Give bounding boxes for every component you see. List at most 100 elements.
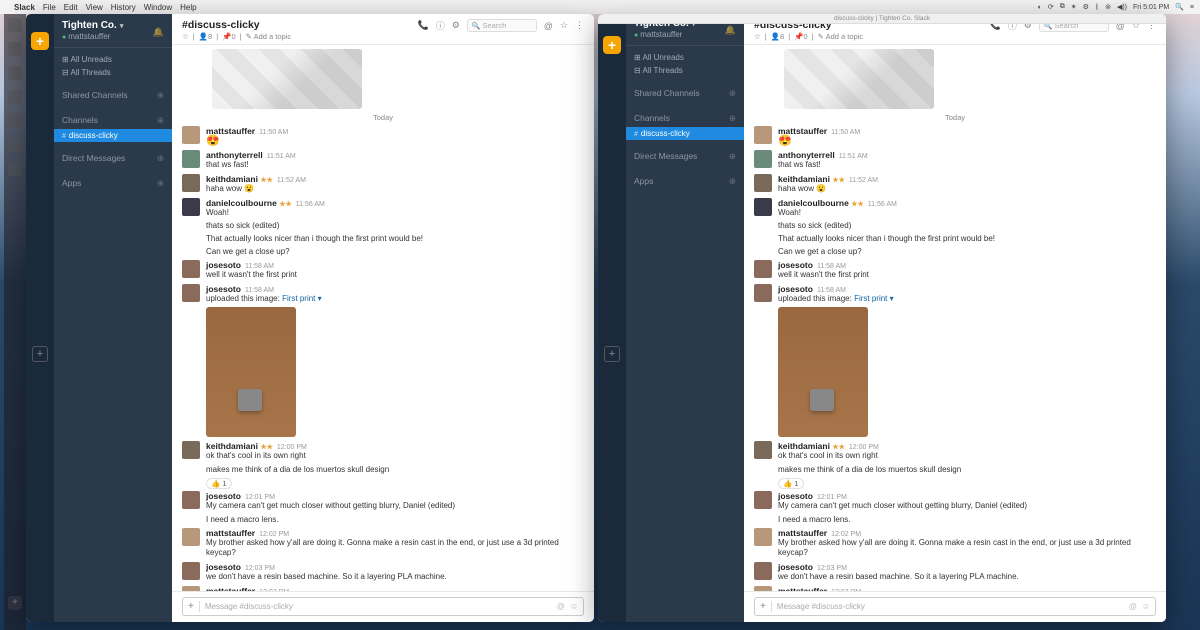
image-attachment[interactable] — [206, 307, 296, 437]
more-icon[interactable]: ⋮ — [575, 20, 584, 31]
message[interactable]: josesoto11:58 AMwell it wasn't the first… — [754, 260, 1156, 281]
message[interactable]: keithdamiani ★★12:00 PMok that's cool in… — [754, 441, 1156, 462]
add-workspace[interactable]: + — [32, 346, 48, 362]
message-author[interactable]: josesoto — [778, 260, 813, 270]
section-apps[interactable]: Apps⊕ — [62, 178, 164, 189]
menu-edit[interactable]: Edit — [64, 3, 78, 12]
message-author[interactable]: josesoto — [206, 491, 241, 501]
menu-file[interactable]: File — [43, 3, 56, 12]
avatar[interactable] — [754, 491, 772, 509]
pin-count[interactable]: 📌0 — [794, 32, 808, 41]
image-attachment[interactable] — [784, 49, 934, 109]
attachment-link[interactable]: First print ▾ — [854, 294, 894, 303]
all-threads[interactable]: ⊟ All Threads — [62, 66, 164, 79]
all-unreads[interactable]: ⊞ All Unreads — [62, 53, 164, 66]
star-icon[interactable]: ☆ — [560, 20, 568, 31]
browser-tab[interactable]: discuss-clicky | Tighten Co. Slack — [598, 14, 1166, 24]
member-count[interactable]: 👤8 — [771, 32, 785, 41]
message[interactable]: josesoto11:58 AMuploaded this image: Fir… — [182, 284, 584, 305]
status-icon[interactable]: ◐ — [1038, 3, 1042, 11]
message-author[interactable]: mattstauffer — [778, 528, 827, 538]
message[interactable]: josesoto11:58 AMuploaded this image: Fir… — [754, 284, 1156, 305]
avatar[interactable] — [754, 150, 772, 168]
menu-window[interactable]: Window — [144, 3, 172, 12]
avatar[interactable] — [182, 126, 200, 144]
dock-app[interactable] — [8, 18, 22, 32]
avatar[interactable] — [182, 562, 200, 580]
avatar[interactable] — [182, 441, 200, 459]
dock-app[interactable] — [8, 90, 22, 104]
wifi-icon[interactable]: ⊚ — [1105, 3, 1111, 11]
section-shared[interactable]: Shared Channels⊕ — [62, 90, 164, 101]
emoji-icon[interactable]: ☺ — [570, 602, 578, 611]
dock-app[interactable] — [8, 42, 22, 56]
phone-icon[interactable]: 📞 — [417, 20, 428, 31]
status-icon[interactable]: ✶ — [1071, 3, 1077, 11]
mentions-icon[interactable]: @ — [544, 21, 553, 31]
channel-name[interactable]: #discuss-clicky — [182, 19, 291, 31]
menu-history[interactable]: History — [111, 3, 136, 12]
message[interactable]: josesoto12:03 PMwe don't have a resin ba… — [754, 562, 1156, 583]
reaction-pill[interactable]: 👍 1 — [206, 478, 232, 489]
status-icon[interactable]: ⚙ — [1083, 3, 1089, 11]
star-icon[interactable]: ☆ — [182, 32, 189, 41]
section-channels[interactable]: Channels⊕ — [634, 113, 736, 124]
message-author[interactable]: danielcoulbourne ★★ — [778, 198, 864, 208]
menu-help[interactable]: Help — [180, 3, 196, 12]
message[interactable]: keithdamiani ★★11:52 AMhaha wow 😮 — [182, 174, 584, 195]
composer-input[interactable]: + Message #discuss-clicky @☺ — [182, 597, 584, 616]
channel-active[interactable]: discuss-clicky — [626, 127, 744, 140]
topic-hint[interactable]: ✎ Add a topic — [246, 32, 291, 41]
avatar[interactable] — [754, 260, 772, 278]
notif-icon[interactable]: ≡ — [1190, 3, 1194, 11]
dock-app[interactable] — [8, 66, 22, 80]
settings-icon[interactable]: ⚙ — [452, 20, 460, 31]
message[interactable]: mattstauffer12:02 PMMy brother asked how… — [754, 528, 1156, 560]
info-icon[interactable]: ⓘ — [436, 19, 445, 32]
image-attachment[interactable] — [212, 49, 362, 109]
message-author[interactable]: josesoto — [206, 284, 241, 294]
message-author[interactable]: josesoto — [778, 284, 813, 294]
spotlight-icon[interactable]: 🔍 — [1175, 3, 1184, 11]
add-workspace[interactable]: + — [604, 346, 620, 362]
message[interactable]: josesoto12:01 PMMy camera can't get much… — [182, 491, 584, 512]
status-icon[interactable]: ⟳ — [1048, 3, 1054, 11]
section-shared[interactable]: Shared Channels⊕ — [634, 88, 736, 99]
volume-icon[interactable]: ◀)) — [1117, 3, 1127, 11]
message-author[interactable]: josesoto — [778, 562, 813, 572]
message-author[interactable]: danielcoulbourne ★★ — [206, 198, 292, 208]
image-attachment[interactable] — [778, 307, 868, 437]
message[interactable]: josesoto12:01 PMMy camera can't get much… — [754, 491, 1156, 512]
attach-icon[interactable]: + — [760, 601, 772, 612]
message[interactable]: mattstauffer11:50 AM😍 — [182, 126, 584, 147]
dock-app[interactable] — [8, 162, 22, 176]
workspace-icon[interactable]: + — [31, 32, 49, 50]
avatar[interactable] — [754, 562, 772, 580]
message-list[interactable]: Todaymattstauffer11:50 AM😍anthonyterrell… — [744, 45, 1166, 591]
avatar[interactable] — [182, 260, 200, 278]
message[interactable]: keithdamiani ★★12:00 PMok that's cool in… — [182, 441, 584, 462]
section-apps[interactable]: Apps⊕ — [634, 176, 736, 187]
message-author[interactable]: keithdamiani ★★ — [206, 174, 273, 184]
clock[interactable]: Fri 5:01 PM — [1133, 3, 1169, 11]
status-icon[interactable]: ᛒ — [1095, 3, 1099, 11]
message[interactable]: keithdamiani ★★11:52 AMhaha wow 😮 — [754, 174, 1156, 195]
section-dms[interactable]: Direct Messages⊕ — [62, 153, 164, 164]
notifications-icon[interactable]: 🔔 — [725, 25, 736, 36]
message[interactable]: anthonyterrell11:51 AMthat ws fast! — [754, 150, 1156, 171]
message-author[interactable]: keithdamiani ★★ — [778, 174, 845, 184]
dock-app[interactable] — [8, 114, 22, 128]
composer-input[interactable]: + Message #discuss-clicky @☺ — [754, 597, 1156, 616]
star-icon[interactable]: ☆ — [754, 32, 761, 41]
avatar[interactable] — [182, 528, 200, 546]
message-author[interactable]: keithdamiani ★★ — [206, 441, 273, 451]
message[interactable]: mattstauffer11:50 AM😍 — [754, 126, 1156, 147]
avatar[interactable] — [182, 174, 200, 192]
section-dms[interactable]: Direct Messages⊕ — [634, 151, 736, 162]
avatar[interactable] — [754, 126, 772, 144]
message-author[interactable]: mattstauffer — [206, 528, 255, 538]
avatar[interactable] — [754, 528, 772, 546]
menu-view[interactable]: View — [86, 3, 103, 12]
notifications-icon[interactable]: 🔔 — [153, 27, 164, 38]
mention-icon[interactable]: @ — [1129, 602, 1137, 611]
